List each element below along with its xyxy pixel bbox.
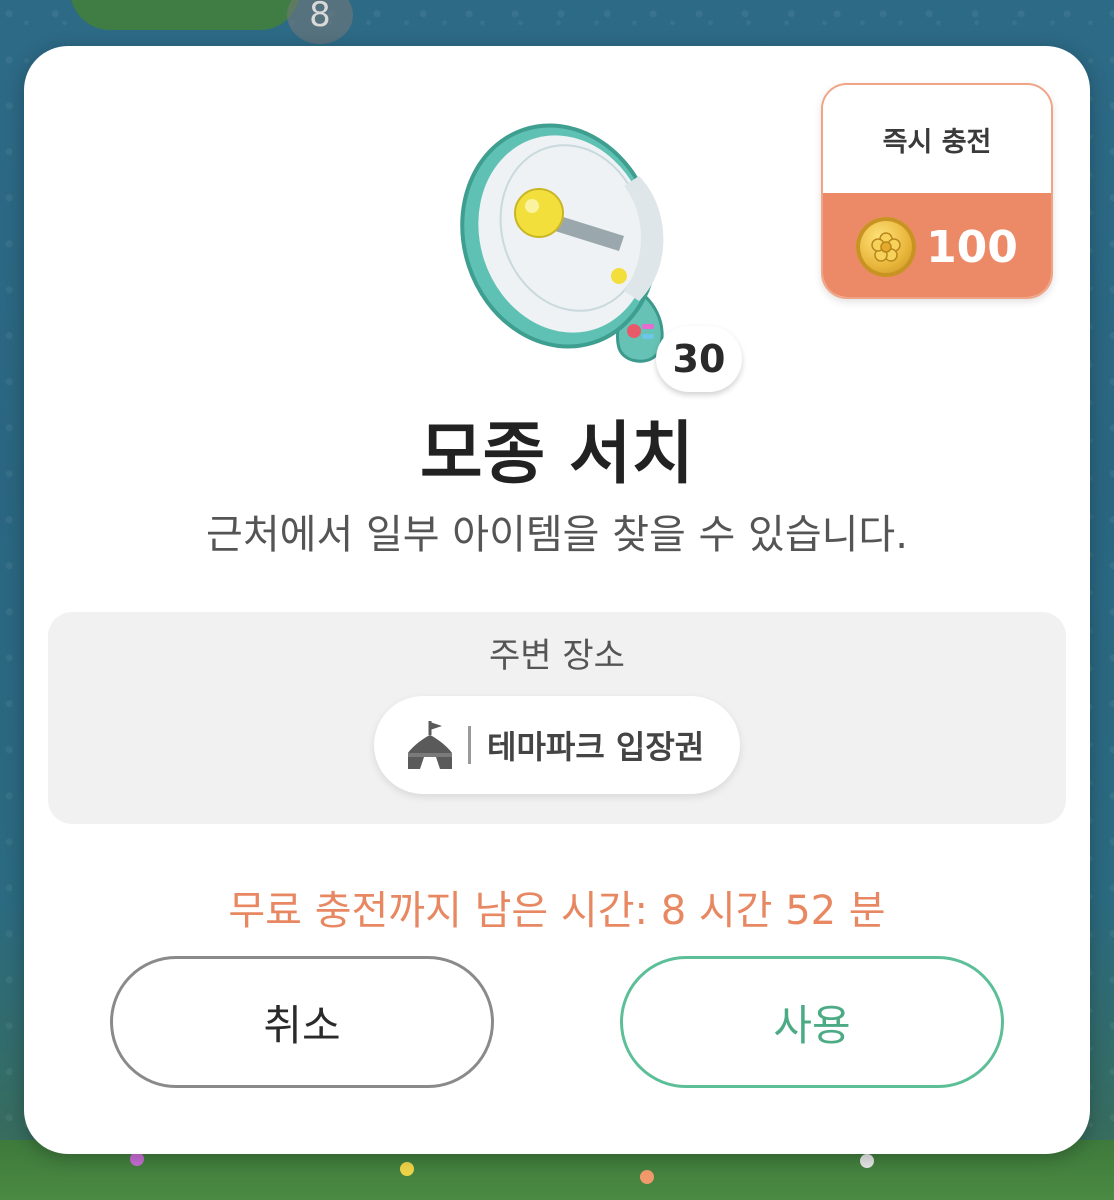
flower-decoration <box>400 1162 414 1176</box>
megaphone-icon <box>454 116 684 366</box>
instant-charge-button[interactable]: 즉시 충전 100 <box>821 83 1053 299</box>
flower-decoration <box>130 1152 144 1166</box>
nearby-places-panel: 주변 장소 테마파크 입장권 <box>48 612 1066 824</box>
background-tile <box>70 0 300 30</box>
item-description: 근처에서 일부 아이템을 찾을 수 있습니다. <box>206 512 908 558</box>
flower-decoration <box>640 1170 654 1184</box>
instant-charge-label: 즉시 충전 <box>823 85 1051 193</box>
coin-icon <box>856 217 917 277</box>
nearby-places-label: 주변 장소 <box>489 636 625 676</box>
tent-icon <box>400 717 456 773</box>
use-button[interactable]: 사용 <box>620 956 1004 1088</box>
chip-divider <box>468 726 471 764</box>
flower-decoration <box>860 1154 874 1168</box>
place-name: 테마파크 입장권 <box>487 728 705 766</box>
free-charge-timer: 무료 충전까지 남은 시간: 8 시간 52 분 <box>228 888 886 934</box>
item-title: 모종 서치 <box>420 415 694 494</box>
instant-charge-price: 100 <box>823 193 1051 297</box>
place-chip-theme-park[interactable]: 테마파크 입장권 <box>374 696 740 794</box>
item-count-badge: 30 <box>656 326 742 392</box>
item-dialog: 즉시 충전 100 30 모종 서치 근처에서 일부 아이템을 찾을 수 있습니… <box>24 46 1090 1154</box>
cancel-button[interactable]: 취소 <box>110 956 494 1088</box>
game-screen: 8 즉시 충전 100 30 모종 서치 근처에서 일부 아이템을 찾을 수 있… <box>0 0 1114 1200</box>
instant-charge-amount: 100 <box>926 221 1018 273</box>
